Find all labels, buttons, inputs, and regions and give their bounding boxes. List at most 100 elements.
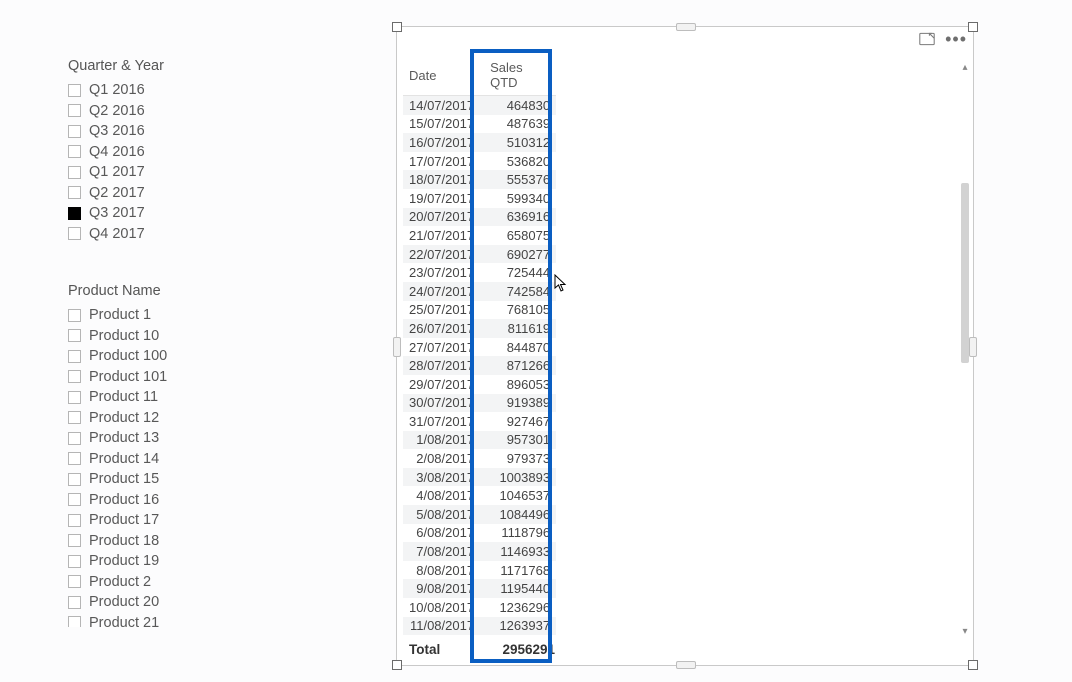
table-row[interactable]: 4/08/20171046537 bbox=[403, 486, 556, 505]
checkbox-icon[interactable] bbox=[68, 575, 81, 588]
slicer-item-product[interactable]: Product 17 bbox=[68, 510, 298, 531]
resize-handle-bottom[interactable] bbox=[676, 661, 696, 669]
table-row[interactable]: 22/07/2017690277 bbox=[403, 245, 556, 264]
focus-mode-icon[interactable] bbox=[919, 32, 935, 46]
scroll-up-arrow[interactable]: ▴ bbox=[960, 63, 970, 73]
checkbox-icon[interactable] bbox=[68, 452, 81, 465]
checkbox-icon[interactable] bbox=[68, 473, 81, 486]
slicer-item-product[interactable]: Product 19 bbox=[68, 551, 298, 572]
checkbox-icon[interactable] bbox=[68, 350, 81, 363]
checkbox-icon[interactable] bbox=[68, 596, 81, 609]
table-visual-container[interactable]: ••• Date Sales QTD 14/07/201746483015/07… bbox=[396, 26, 974, 666]
table-row[interactable]: 24/07/2017742584 bbox=[403, 282, 556, 301]
table-row[interactable]: 31/07/2017927467 bbox=[403, 412, 556, 431]
slicer-item-product[interactable]: Product 13 bbox=[68, 428, 298, 449]
checkbox-icon[interactable] bbox=[68, 207, 81, 220]
slicer-item-product[interactable]: Product 15 bbox=[68, 469, 298, 490]
slicer-item-quarter[interactable]: Q4 2016 bbox=[68, 142, 298, 163]
slicer-item-product[interactable]: Product 12 bbox=[68, 408, 298, 429]
resize-handle-tr[interactable] bbox=[968, 22, 978, 32]
table-row[interactable]: 9/08/20171195440 bbox=[403, 579, 556, 598]
table-row[interactable]: 10/08/20171236296 bbox=[403, 598, 556, 617]
checkbox-icon[interactable] bbox=[68, 493, 81, 506]
table-row[interactable]: 23/07/2017725444 bbox=[403, 263, 556, 282]
table-row[interactable]: 16/07/2017510312 bbox=[403, 133, 556, 152]
table-row[interactable]: 14/07/2017464830 bbox=[403, 96, 556, 115]
table-row[interactable]: 11/08/20171263937 bbox=[403, 617, 556, 636]
checkbox-icon[interactable] bbox=[68, 616, 81, 627]
table-row[interactable]: 19/07/2017599340 bbox=[403, 189, 556, 208]
slicer-item-quarter[interactable]: Q2 2017 bbox=[68, 183, 298, 204]
slicer-item-product[interactable]: Product 16 bbox=[68, 490, 298, 511]
slicer-item-product[interactable]: Product 10 bbox=[68, 326, 298, 347]
table-row[interactable]: 1/08/2017957301 bbox=[403, 431, 556, 450]
checkbox-icon[interactable] bbox=[68, 309, 81, 322]
slicer-item-product[interactable]: Product 101 bbox=[68, 367, 298, 388]
slicer-item-label: Product 17 bbox=[89, 512, 159, 528]
resize-handle-br[interactable] bbox=[968, 660, 978, 670]
slicer-item-product[interactable]: Product 20 bbox=[68, 592, 298, 613]
table-row[interactable]: 21/07/2017658075 bbox=[403, 226, 556, 245]
table-row[interactable]: 29/07/2017896053 bbox=[403, 375, 556, 394]
table-row[interactable]: 25/07/2017768105 bbox=[403, 301, 556, 320]
table-row[interactable]: 17/07/2017536820 bbox=[403, 152, 556, 171]
total-label: Total bbox=[403, 640, 481, 659]
scroll-down-arrow[interactable]: ▾ bbox=[960, 627, 970, 637]
slicer-item-quarter[interactable]: Q2 2016 bbox=[68, 101, 298, 122]
table-row[interactable]: 6/08/20171118796 bbox=[403, 524, 556, 543]
checkbox-icon[interactable] bbox=[68, 125, 81, 138]
column-header-sales-qtd[interactable]: Sales QTD bbox=[480, 57, 556, 96]
table-row[interactable]: 18/07/2017555376 bbox=[403, 170, 556, 189]
table-row[interactable]: 27/07/2017844870 bbox=[403, 338, 556, 357]
checkbox-icon[interactable] bbox=[68, 534, 81, 547]
table-row[interactable]: 2/08/2017979373 bbox=[403, 449, 556, 468]
checkbox-icon[interactable] bbox=[68, 104, 81, 117]
checkbox-icon[interactable] bbox=[68, 166, 81, 179]
checkbox-icon[interactable] bbox=[68, 84, 81, 97]
checkbox-icon[interactable] bbox=[68, 391, 81, 404]
vertical-scrollbar[interactable]: ▴ ▾ bbox=[960, 63, 970, 637]
table-row[interactable]: 30/07/2017919389 bbox=[403, 394, 556, 413]
checkbox-icon[interactable] bbox=[68, 370, 81, 383]
slicer-item-product[interactable]: Product 100 bbox=[68, 346, 298, 367]
slicer-item-product[interactable]: Product 14 bbox=[68, 449, 298, 470]
slicer-item-product[interactable]: Product 11 bbox=[68, 387, 298, 408]
slicer-item-product[interactable]: Product 18 bbox=[68, 531, 298, 552]
table-row[interactable]: 5/08/20171084496 bbox=[403, 505, 556, 524]
column-header-date[interactable]: Date bbox=[403, 57, 480, 96]
scroll-thumb[interactable] bbox=[961, 183, 969, 363]
checkbox-icon[interactable] bbox=[68, 555, 81, 568]
table-row[interactable]: 28/07/2017871266 bbox=[403, 356, 556, 375]
slicer-item-quarter[interactable]: Q1 2016 bbox=[68, 80, 298, 101]
slicer-item-product[interactable]: Product 1 bbox=[68, 305, 298, 326]
cell-date: 16/07/2017 bbox=[403, 133, 480, 152]
cell-sales-qtd: 725444 bbox=[480, 263, 556, 282]
slicer-item-product[interactable]: Product 2 bbox=[68, 572, 298, 593]
more-options-icon[interactable]: ••• bbox=[945, 34, 967, 44]
cell-sales-qtd: 1084496 bbox=[480, 505, 556, 524]
table-row[interactable]: 7/08/20171146933 bbox=[403, 542, 556, 561]
resize-handle-bl[interactable] bbox=[392, 660, 402, 670]
resize-handle-top[interactable] bbox=[676, 23, 696, 31]
checkbox-icon[interactable] bbox=[68, 514, 81, 527]
checkbox-icon[interactable] bbox=[68, 227, 81, 240]
checkbox-icon[interactable] bbox=[68, 411, 81, 424]
table-row[interactable]: 3/08/20171003893 bbox=[403, 468, 556, 487]
resize-handle-right[interactable] bbox=[969, 337, 977, 357]
resize-handle-tl[interactable] bbox=[392, 22, 402, 32]
checkbox-icon[interactable] bbox=[68, 432, 81, 445]
slicer-item-quarter[interactable]: Q3 2016 bbox=[68, 121, 298, 142]
table-row[interactable]: 15/07/2017487639 bbox=[403, 115, 556, 134]
resize-handle-left[interactable] bbox=[393, 337, 401, 357]
checkbox-icon[interactable] bbox=[68, 329, 81, 342]
slicer-item-quarter[interactable]: Q3 2017 bbox=[68, 203, 298, 224]
slicer-item-label: Q3 2016 bbox=[89, 123, 145, 139]
checkbox-icon[interactable] bbox=[68, 186, 81, 199]
table-row[interactable]: 26/07/2017811619 bbox=[403, 319, 556, 338]
slicer-item-quarter[interactable]: Q4 2017 bbox=[68, 224, 298, 245]
checkbox-icon[interactable] bbox=[68, 145, 81, 158]
slicer-item-product[interactable]: Product 21 bbox=[68, 613, 298, 628]
slicer-item-quarter[interactable]: Q1 2017 bbox=[68, 162, 298, 183]
table-row[interactable]: 20/07/2017636916 bbox=[403, 208, 556, 227]
table-row[interactable]: 8/08/20171171768 bbox=[403, 561, 556, 580]
